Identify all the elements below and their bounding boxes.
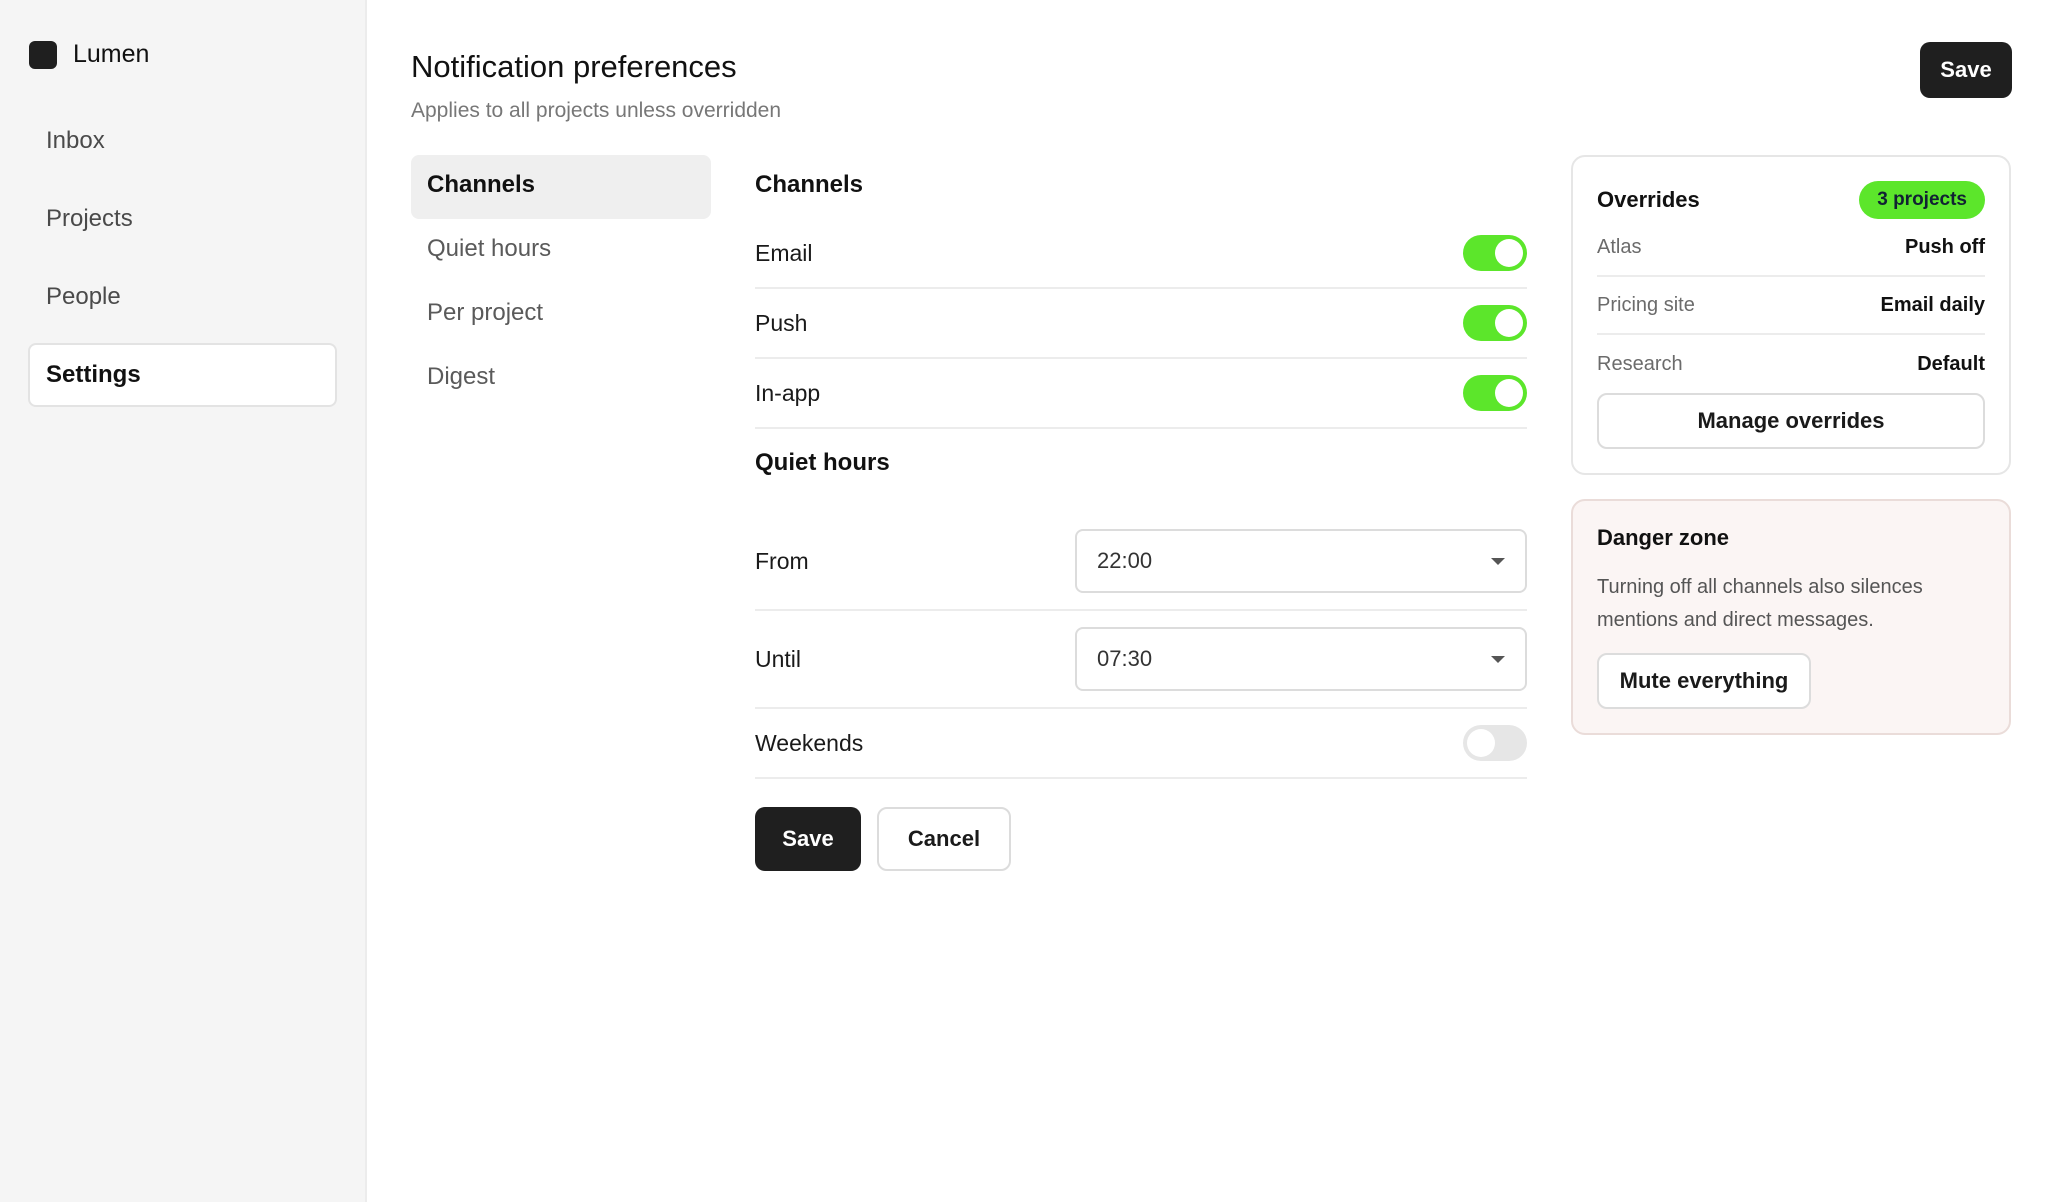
mute-everything-button[interactable]: Mute everything bbox=[1597, 653, 1811, 709]
channel-label: In-app bbox=[755, 379, 821, 406]
page-heading: Notification preferences Applies to all … bbox=[411, 44, 781, 123]
lumen-logo-icon bbox=[29, 40, 57, 69]
save-button[interactable]: Save bbox=[755, 807, 861, 871]
sidebar-item-projects[interactable]: Projects bbox=[28, 187, 337, 251]
overrides-card: Overrides 3 projects Atlas Push off Pric… bbox=[1571, 155, 2011, 475]
channel-row-push: Push bbox=[755, 289, 1527, 359]
brand-name: Lumen bbox=[73, 40, 150, 68]
channel-row-in-app: In-app bbox=[755, 359, 1527, 429]
override-value: Push off bbox=[1905, 235, 1985, 258]
danger-zone-card: Danger zone Turning off all channels als… bbox=[1571, 499, 2011, 735]
chevron-down-icon bbox=[1491, 557, 1505, 565]
override-row: Pricing site Email daily bbox=[1597, 277, 1985, 335]
channels-heading: Channels bbox=[755, 171, 864, 198]
preferences-form: Channels Email Push In-app Quiet hours F… bbox=[755, 155, 1527, 871]
from-time-select[interactable]: 22:00 bbox=[1075, 529, 1527, 593]
weekends-row: Weekends bbox=[755, 709, 1527, 779]
overrides-count-badge: 3 projects bbox=[1859, 181, 1985, 219]
weekends-label: Weekends bbox=[755, 729, 864, 756]
from-time-value: 22:00 bbox=[1097, 548, 1153, 573]
brand[interactable]: Lumen bbox=[28, 40, 337, 69]
tab-quiet-hours[interactable]: Quiet hours bbox=[411, 219, 711, 283]
section-nav: Channels Quiet hours Per project Digest bbox=[411, 155, 711, 871]
channel-label: Email bbox=[755, 239, 813, 266]
quiet-hours-heading: Quiet hours bbox=[755, 449, 890, 476]
page-header: Notification preferences Applies to all … bbox=[411, 42, 2012, 123]
settings-content: Channels Quiet hours Per project Digest … bbox=[411, 155, 2012, 871]
manage-overrides-button[interactable]: Manage overrides bbox=[1597, 393, 1985, 449]
form-actions: Save Cancel bbox=[755, 807, 1527, 871]
override-value: Default bbox=[1917, 352, 1985, 375]
until-label: Until bbox=[755, 645, 802, 672]
channel-row-email: Email bbox=[755, 219, 1527, 289]
until-time-value: 07:30 bbox=[1097, 646, 1153, 671]
tab-channels[interactable]: Channels bbox=[411, 155, 711, 219]
page-subtitle: Applies to all projects unless overridde… bbox=[411, 99, 782, 122]
header-save-button[interactable]: Save bbox=[1920, 42, 2012, 98]
sidebar: Lumen Inbox Projects People Settings bbox=[0, 0, 367, 1202]
main-content: Notification preferences Applies to all … bbox=[367, 0, 2056, 1202]
channel-label: Push bbox=[755, 309, 808, 336]
page-title: Notification preferences bbox=[411, 49, 737, 84]
override-row: Atlas Push off bbox=[1597, 219, 1985, 277]
override-project-name: Pricing site bbox=[1597, 293, 1695, 316]
tab-digest[interactable]: Digest bbox=[411, 347, 711, 411]
tab-per-project[interactable]: Per project bbox=[411, 283, 711, 347]
override-value: Email daily bbox=[1880, 293, 1986, 316]
override-project-name: Atlas bbox=[1597, 235, 1642, 258]
override-project-name: Research bbox=[1597, 352, 1683, 375]
danger-zone-title: Danger zone bbox=[1597, 525, 1730, 550]
sidebar-item-inbox[interactable]: Inbox bbox=[28, 109, 337, 173]
cancel-button[interactable]: Cancel bbox=[877, 807, 1011, 871]
until-time-select[interactable]: 07:30 bbox=[1075, 627, 1527, 691]
override-row: Research Default bbox=[1597, 335, 1985, 393]
danger-zone-description: Turning off all channels also silences m… bbox=[1597, 576, 1923, 631]
in-app-toggle[interactable] bbox=[1463, 375, 1527, 411]
overrides-title: Overrides bbox=[1597, 187, 1700, 212]
from-label: From bbox=[755, 547, 809, 574]
email-toggle[interactable] bbox=[1463, 235, 1527, 271]
sidebar-item-people[interactable]: People bbox=[28, 265, 337, 329]
weekends-toggle[interactable] bbox=[1463, 725, 1527, 761]
quiet-hours-from-row: From 22:00 bbox=[755, 513, 1527, 611]
right-panel: Overrides 3 projects Atlas Push off Pric… bbox=[1571, 155, 2011, 871]
overrides-header: Overrides 3 projects bbox=[1597, 181, 1985, 219]
app-root: Lumen Inbox Projects People Settings Not… bbox=[0, 0, 2056, 1202]
push-toggle[interactable] bbox=[1463, 305, 1527, 341]
chevron-down-icon bbox=[1491, 655, 1505, 663]
quiet-hours-until-row: Until 07:30 bbox=[755, 611, 1527, 709]
sidebar-item-settings[interactable]: Settings bbox=[28, 343, 337, 407]
